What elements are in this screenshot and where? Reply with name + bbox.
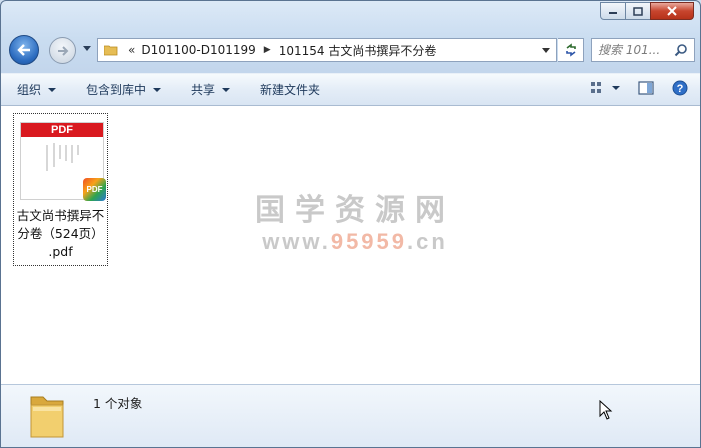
back-button[interactable] [9,35,39,65]
close-button[interactable] [650,2,694,20]
preview-pane-icon[interactable] [638,81,654,95]
share-label: 共享 [191,83,216,97]
breadcrumb-segment[interactable]: D101100-D101199 [141,43,255,57]
watermark-url-prefix: www. [262,229,331,254]
refresh-button[interactable] [558,38,584,62]
share-menu[interactable]: 共享 [191,81,231,98]
toolbar-right: ? [590,80,688,96]
folder-icon [104,45,118,56]
maximize-icon [633,6,643,16]
file-name-line: 分卷（524页） [17,226,104,241]
file-list-view[interactable]: PDF PDF 古文尚书撰异不 分卷（524页） .pdf 国学资源网 www.… [1,106,700,384]
refresh-icon [565,43,576,57]
include-in-library-label: 包含到库中 [86,83,147,97]
search-input[interactable] [598,43,674,57]
address-bar[interactable]: « D101100-D101199 ▶ 101154 古文尚书撰异不分卷 [97,38,557,62]
recent-pages-dropdown[interactable] [83,46,91,51]
include-in-library-menu[interactable]: 包含到库中 [86,81,162,98]
file-item-pdf[interactable]: PDF PDF 古文尚书撰异不 分卷（524页） .pdf [13,113,108,266]
watermark-url-highlight: 95959 [330,229,408,254]
mouse-cursor-icon [599,400,613,420]
thumbnail-header: PDF [21,123,103,137]
item-count: 1 个对象 [93,396,143,411]
chevron-down-icon [222,87,231,92]
folder-icon [30,396,64,438]
breadcrumb-segment[interactable]: 101154 古文尚书撰异不分卷 [279,42,437,59]
watermark: 国学资源网 www.95959.cn [245,193,465,255]
help-icon[interactable]: ? [672,80,688,96]
address-history-dropdown[interactable] [542,48,550,53]
view-options-icon[interactable] [590,81,606,95]
maximize-button[interactable] [625,2,651,20]
file-name-line: 古文尚书撰异不 [16,208,105,223]
new-folder-button[interactable]: 新建文件夹 [260,81,320,98]
breadcrumb-separator-icon[interactable]: ▶ [264,45,271,55]
command-bar: 组织 包含到库中 共享 新建文件夹 ? [1,73,700,106]
back-arrow-icon [17,44,30,56]
search-box[interactable] [591,38,695,62]
search-icon[interactable] [674,43,688,57]
caption-buttons [600,2,694,20]
minimize-button[interactable] [600,2,626,20]
organize-menu[interactable]: 组织 [17,81,57,98]
view-options-dropdown-icon[interactable] [612,86,620,90]
new-folder-label: 新建文件夹 [260,83,321,97]
explorer-window: « D101100-D101199 ▶ 101154 古文尚书撰异不分卷 组织 [0,0,701,448]
watermark-url-suffix: .cn [407,229,448,254]
forward-arrow-icon [57,45,68,56]
minimize-icon [609,12,617,14]
file-name-line: .pdf [48,244,73,259]
svg-text:?: ? [677,83,684,95]
watermark-title: 国学资源网 [255,193,455,228]
forward-button[interactable] [49,37,76,64]
details-pane: 1 个对象 [1,384,700,447]
close-icon [667,6,677,16]
watermark-url: www.95959.cn [245,229,465,255]
chevron-down-icon [48,87,57,92]
path-prefix[interactable]: « [128,43,135,57]
pdf-badge-icon: PDF [83,178,106,201]
navigation-bar: « D101100-D101199 ▶ 101154 古文尚书撰异不分卷 [9,35,695,67]
chevron-down-icon [153,87,162,92]
organize-label: 组织 [17,83,42,97]
file-name: 古文尚书撰异不 分卷（524页） .pdf [14,207,107,261]
